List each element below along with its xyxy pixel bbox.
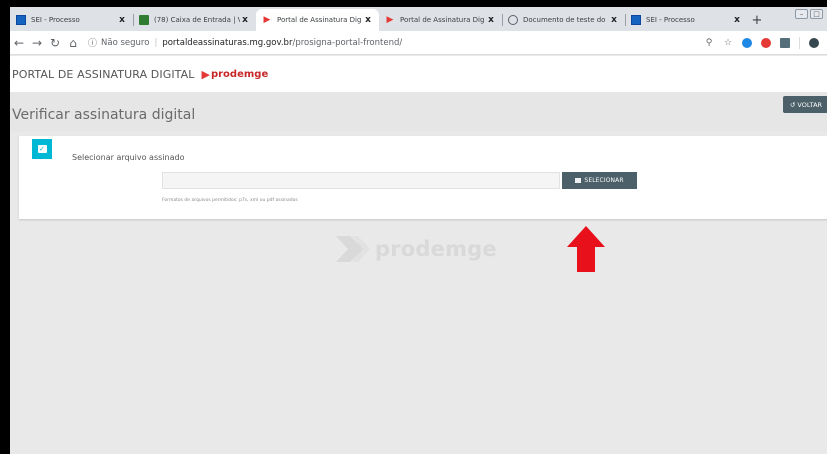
close-icon[interactable]: x [240, 15, 250, 25]
selecionar-button[interactable]: SELECIONAR [562, 172, 637, 189]
tab-documento-de-teste[interactable]: Documento de teste do x [502, 9, 625, 31]
tab-title: Documento de teste do [523, 16, 606, 24]
close-icon[interactable]: x [486, 15, 496, 25]
forward-arrow-icon[interactable]: → [28, 36, 46, 50]
check-icon: ✓ [37, 145, 47, 153]
tab-sei-processo-1[interactable]: SEI - Processo x [10, 9, 133, 31]
voltar-label: VOLTAR [797, 100, 823, 109]
page-title-bar: Verificar assinatura digital [10, 92, 827, 132]
tab-portal-assinatura[interactable]: ▶ Portal de Assinatura Dig x [379, 9, 502, 31]
file-icon [575, 178, 582, 183]
prodemge-mark-icon: ▶ [201, 67, 210, 81]
back-arrow-icon[interactable]: ← [10, 36, 28, 50]
selecionar-label: SELECIONAR [584, 177, 624, 184]
tab-portal-assinatura-active[interactable]: ▶ Portal de Assinatura Dig x [256, 9, 379, 31]
home-icon[interactable]: ⌂ [64, 36, 82, 50]
formats-hint: Formatos de arquivos permitidos: p7s, xm… [162, 198, 298, 203]
browser-window: SEI - Processo x (78) Caixa de Entrada |… [10, 7, 827, 454]
tab-title: SEI - Processo [646, 16, 695, 24]
voltar-button[interactable]: ↺ VOLTAR [783, 96, 827, 113]
extension-icon[interactable] [742, 37, 752, 48]
sei-icon [631, 15, 641, 25]
close-icon[interactable]: x [732, 15, 742, 25]
maximize-icon[interactable]: □ [810, 9, 823, 19]
app-title: PORTAL DE ASSINATURA DIGITAL [12, 67, 195, 81]
document-icon [508, 15, 518, 25]
extension-icon[interactable] [780, 37, 790, 48]
security-label: Não seguro [101, 37, 150, 48]
watermark-mark-icon [336, 236, 370, 262]
close-icon[interactable]: x [117, 15, 127, 25]
step-check-icon: ✓ [32, 139, 52, 159]
profile-avatar-icon[interactable] [809, 37, 819, 48]
tab-strip: SEI - Processo x (78) Caixa de Entrada |… [10, 7, 827, 31]
url-path: /prosigna-portal-frontend/ [292, 37, 403, 48]
reload-icon[interactable]: ↻ [46, 36, 64, 50]
window-controls: – □ [795, 9, 823, 19]
file-path-input[interactable] [162, 172, 560, 189]
app-header: PORTAL DE ASSINATURA DIGITAL ▶ prodemge [10, 56, 827, 92]
tab-sei-processo-2[interactable]: SEI - Processo x [625, 9, 748, 31]
mail-icon [139, 15, 149, 25]
minimize-icon[interactable]: – [795, 9, 808, 19]
select-file-card: ✓ Selecionar arquivo assinado SELECIONAR… [19, 136, 827, 219]
info-icon[interactable]: ⓘ [88, 36, 97, 49]
adblock-icon[interactable] [761, 37, 771, 48]
tab-title: Portal de Assinatura Dig [277, 16, 362, 24]
page-title: Verificar assinatura digital [12, 107, 196, 123]
prodemge-icon: ▶ [386, 15, 394, 25]
address-separator: | [154, 37, 158, 48]
undo-icon: ↺ [789, 100, 796, 109]
close-icon[interactable]: x [363, 15, 373, 25]
tab-title: SEI - Processo [31, 16, 80, 24]
toolbar-icons: ⚲ ☆ [704, 36, 819, 49]
star-icon[interactable]: ☆ [723, 38, 733, 48]
prodemge-logo: ▶ prodemge [202, 68, 269, 81]
red-arrow-annotation [567, 226, 605, 272]
brand-name: prodemge [210, 68, 269, 80]
zoom-icon[interactable]: ⚲ [704, 38, 714, 48]
step-label: Selecionar arquivo assinado [72, 153, 185, 162]
watermark-text: prodemge [375, 237, 497, 261]
navigation-bar: ← → ↻ ⌂ ⓘ Não seguro | portaldeassinatur… [10, 31, 827, 55]
tab-title: (78) Caixa de Entrada | V [154, 16, 240, 24]
prodemge-watermark: prodemge [336, 236, 497, 262]
url-host: portaldeassinaturas.mg.gov.br [162, 37, 293, 48]
tab-title: Portal de Assinatura Dig [400, 16, 485, 24]
tab-caixa-de-entrada[interactable]: (78) Caixa de Entrada | V x [133, 9, 256, 31]
new-tab-button[interactable]: + [748, 9, 766, 31]
sei-icon [16, 15, 26, 25]
toolbar-divider [799, 36, 800, 49]
prodemge-icon: ▶ [263, 15, 271, 25]
address-bar[interactable]: ⓘ Não seguro | portaldeassinaturas.mg.go… [88, 34, 704, 52]
close-icon[interactable]: x [609, 15, 619, 25]
